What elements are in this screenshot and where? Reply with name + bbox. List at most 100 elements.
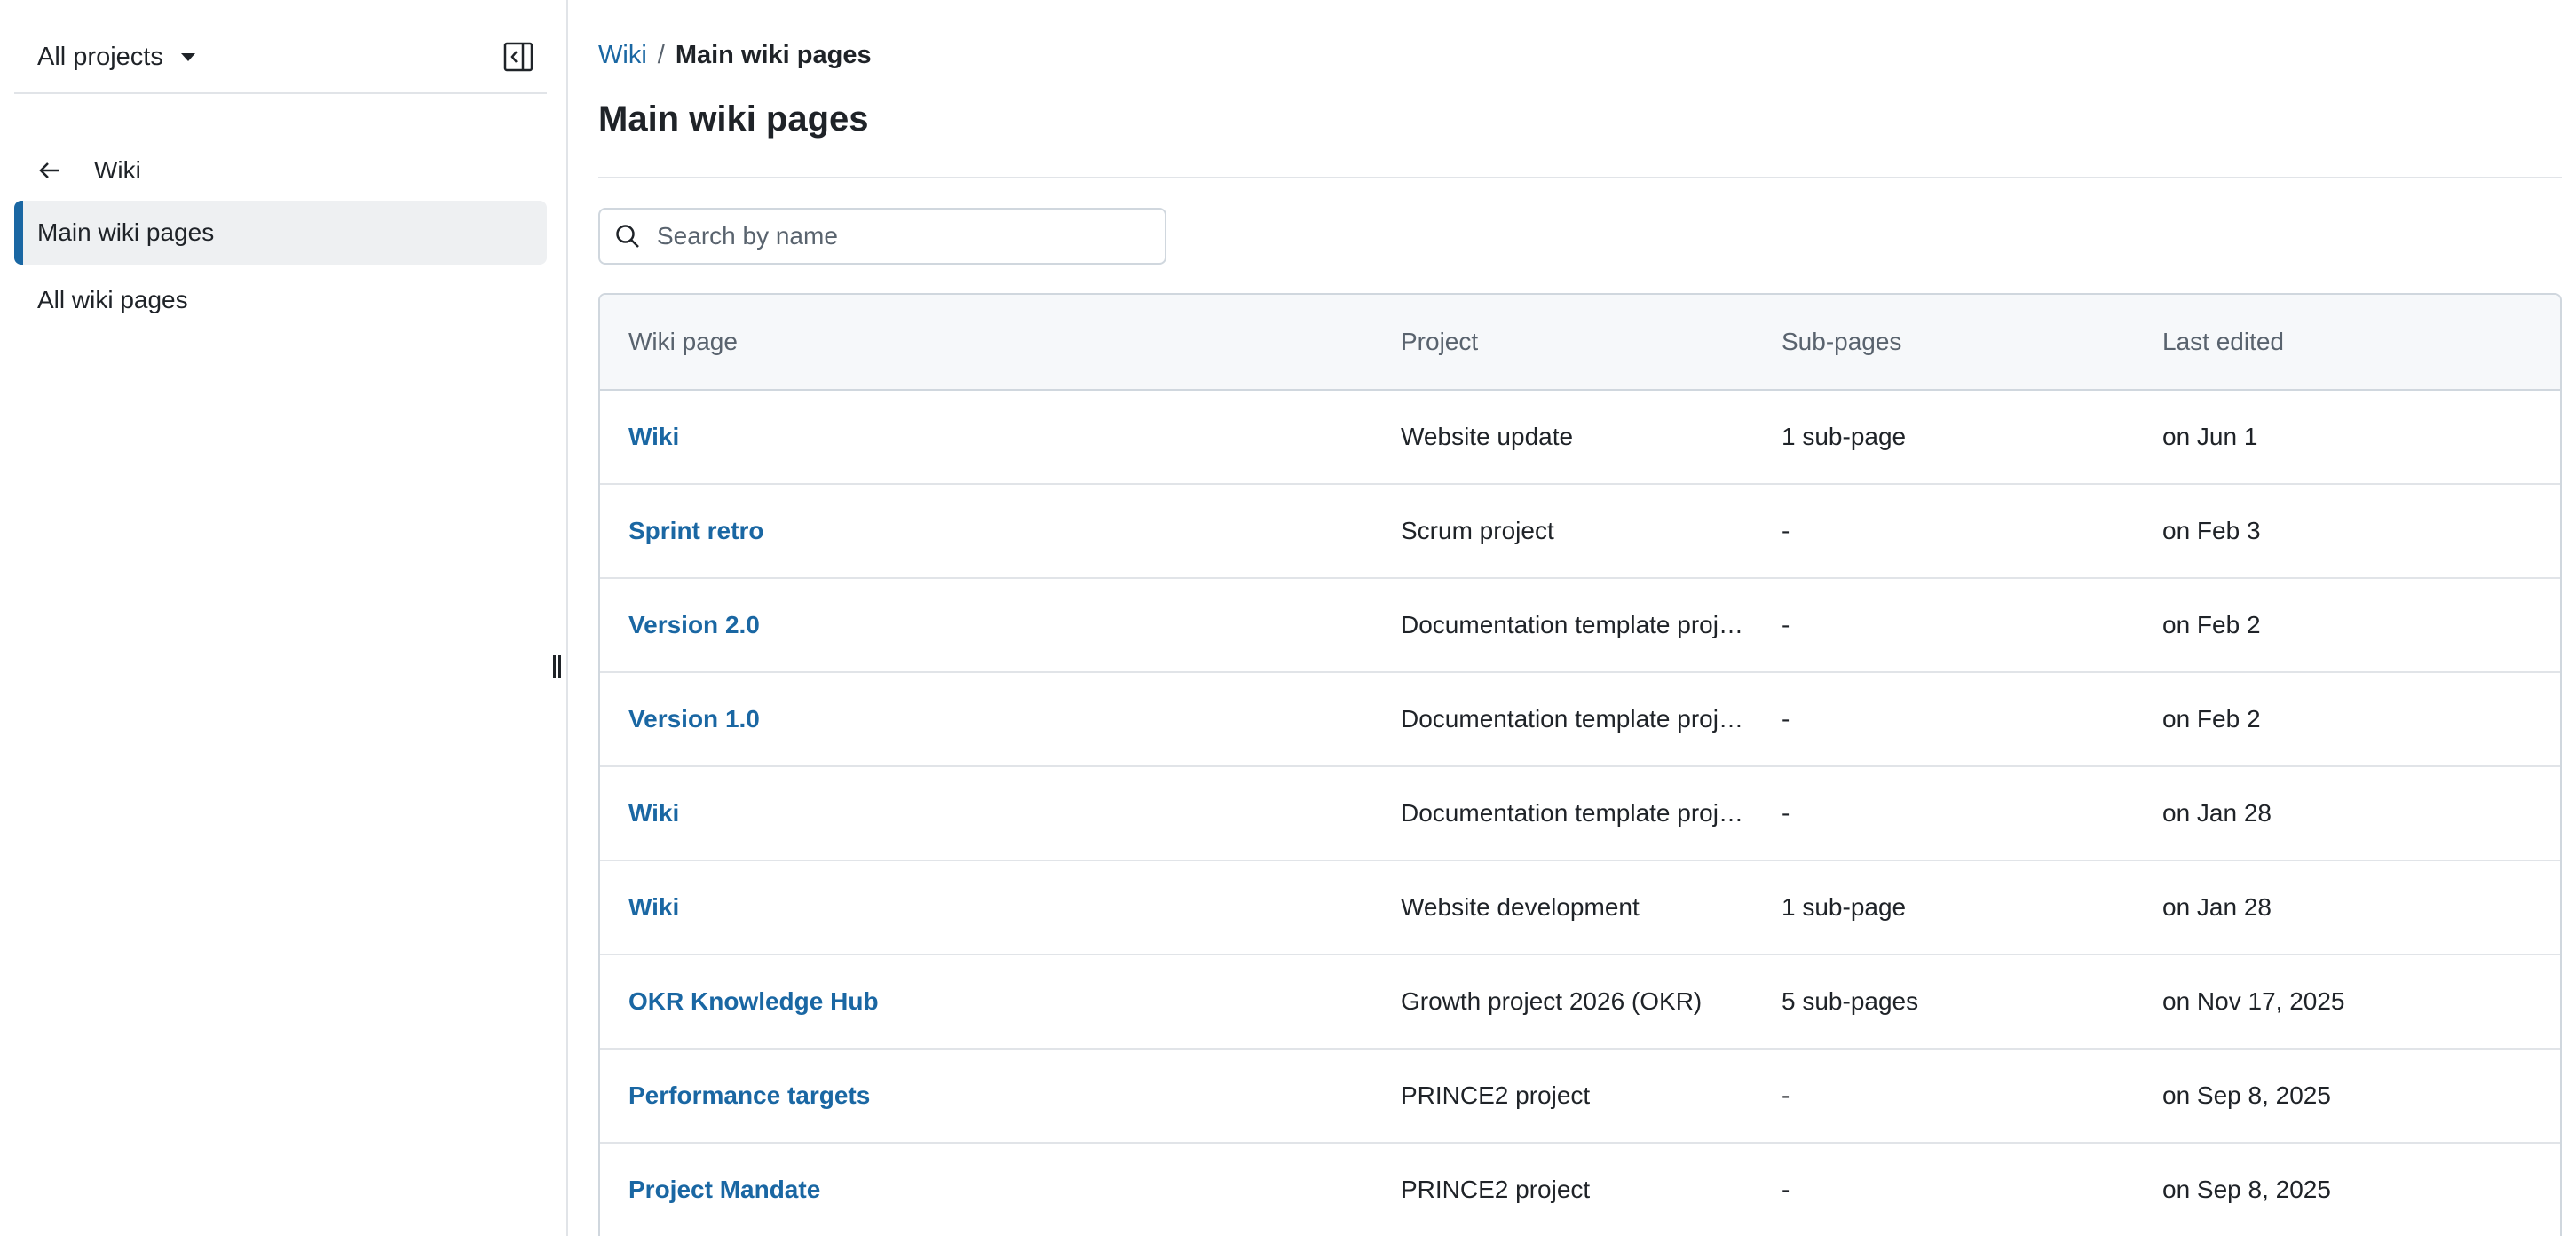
wiki-page-link-container: Performance targets: [600, 1082, 1372, 1110]
last-edited-cell: on Jan 28: [2162, 893, 2272, 921]
last-edited-cell: on Feb 2: [2162, 611, 2261, 638]
sidebar-collapse-icon: [503, 42, 533, 72]
wiki-page-link-container: Version 2.0: [600, 611, 1372, 639]
wiki-page-link-container: OKR Knowledge Hub: [600, 987, 1372, 1016]
wiki-page-link[interactable]: Version 2.0: [628, 611, 760, 638]
sub-pages-cell: 5 sub-pages: [1782, 987, 1919, 1015]
table-row: Wiki Website development 1 sub-page on Jan …: [600, 861, 2560, 955]
wiki-page-link[interactable]: OKR Knowledge Hub: [628, 987, 879, 1015]
last-edited-cell-container: on Feb 2: [2134, 611, 2560, 639]
sidebar-item-label: All wiki pages: [37, 286, 188, 313]
project-cell: Website update: [1401, 423, 1574, 450]
collapse-sidebar-button[interactable]: [501, 39, 536, 75]
project-cell: Website development: [1401, 893, 1640, 921]
wiki-page-link[interactable]: Version 1.0: [628, 705, 760, 733]
main-content: Wiki / Main wiki pages Main wiki pages W…: [598, 0, 2562, 1236]
last-edited-cell: on Jan 28: [2162, 799, 2272, 827]
sub-pages-cell-container: 1 sub-page: [1753, 423, 2134, 451]
wiki-page-link-container: Wiki: [600, 893, 1372, 922]
wiki-page-link[interactable]: Wiki: [628, 799, 679, 827]
wiki-page-link-container: Wiki: [600, 423, 1372, 451]
last-edited-cell-container: on Sep 8, 2025: [2134, 1082, 2560, 1110]
sidebar-header: All projects: [14, 20, 547, 94]
project-cell-container: Documentation template proj…: [1372, 705, 1753, 733]
breadcrumb-current: Main wiki pages: [675, 41, 872, 69]
sub-pages-cell-container: 1 sub-page: [1753, 893, 2134, 922]
table-row: Version 1.0 Documentation template proj… -…: [600, 673, 2560, 767]
last-edited-cell: on Jun 1: [2162, 423, 2258, 450]
caret-down-icon: [180, 52, 195, 61]
table-row: Project Mandate PRINCE2 project - on Sep 8,…: [600, 1144, 2560, 1236]
grip-line: [552, 655, 556, 678]
sidebar-item-label: Main wiki pages: [37, 218, 215, 246]
sidebar-resize-handle[interactable]: [550, 655, 563, 678]
breadcrumb-link-wiki[interactable]: Wiki: [598, 41, 647, 70]
last-edited-cell-container: on Jun 1: [2134, 423, 2560, 451]
wiki-page-link[interactable]: Wiki: [628, 423, 679, 450]
last-edited-cell-container: on Jan 28: [2134, 893, 2560, 922]
table-row: Version 2.0 Documentation template proj… -…: [600, 579, 2560, 673]
sub-pages-cell: -: [1782, 1082, 1790, 1109]
arrow-left-icon: [39, 162, 59, 178]
last-edited-cell-container: on Nov 17, 2025: [2134, 987, 2560, 1016]
project-cell: PRINCE2 project: [1401, 1176, 1591, 1203]
table-row: Wiki Website update 1 sub-page on Jun 1: [600, 391, 2560, 485]
sub-pages-cell: -: [1782, 705, 1790, 733]
wiki-page-link[interactable]: Performance targets: [628, 1082, 870, 1109]
project-cell-container: PRINCE2 project: [1372, 1176, 1753, 1204]
wiki-page-link[interactable]: Sprint retro: [628, 517, 763, 544]
project-selector-label: All projects: [37, 42, 163, 71]
last-edited-cell: on Nov 17, 2025: [2162, 987, 2345, 1015]
project-cell: Growth project 2026 (OKR): [1401, 987, 1703, 1015]
back-label: Wiki: [94, 156, 141, 184]
sub-pages-cell-container: -: [1753, 611, 2134, 639]
last-edited-cell: on Sep 8, 2025: [2162, 1176, 2331, 1203]
sidebar: All projects Wiki Main wiki pages All wi…: [0, 0, 568, 1236]
table-header: Wiki page Project Sub-pages Last edited: [600, 295, 2560, 391]
back-row: Wiki: [37, 151, 141, 190]
app-window: All projects Wiki Main wiki pages All wi…: [0, 0, 2576, 1236]
project-cell: Scrum project: [1401, 517, 1554, 544]
back-button[interactable]: [37, 158, 62, 183]
table-row: OKR Knowledge Hub Growth project 2026 (OK…: [600, 955, 2560, 1050]
column-header-project[interactable]: Project: [1372, 328, 1753, 356]
divider: [598, 177, 2562, 178]
last-edited-cell-container: on Feb 2: [2134, 705, 2560, 733]
column-header-wiki-page[interactable]: Wiki page: [600, 328, 1372, 356]
column-header-last-edited[interactable]: Last edited: [2134, 328, 2560, 356]
sub-pages-cell-container: 5 sub-pages: [1753, 987, 2134, 1016]
wiki-page-link[interactable]: Wiki: [628, 893, 679, 921]
last-edited-cell-container: on Sep 8, 2025: [2134, 1176, 2560, 1204]
search-input[interactable]: [657, 218, 1154, 254]
sub-pages-cell-container: -: [1753, 799, 2134, 828]
sub-pages-cell: -: [1782, 1176, 1790, 1203]
wiki-page-link-container: Project Mandate: [600, 1176, 1372, 1204]
table-row: Wiki Documentation template proj… - on Jan …: [600, 767, 2560, 861]
sub-pages-cell: -: [1782, 799, 1790, 827]
sub-pages-cell-container: -: [1753, 1082, 2134, 1110]
last-edited-cell-container: on Jan 28: [2134, 799, 2560, 828]
sub-pages-cell: 1 sub-page: [1782, 423, 1907, 450]
sub-pages-cell: -: [1782, 611, 1790, 638]
sub-pages-cell-container: -: [1753, 705, 2134, 733]
sub-pages-cell-container: -: [1753, 517, 2134, 545]
last-edited-cell: on Sep 8, 2025: [2162, 1082, 2331, 1109]
sidebar-item-all-wiki-pages[interactable]: All wiki pages: [14, 268, 547, 332]
table-row: Performance targets PRINCE2 project - on Se…: [600, 1050, 2560, 1144]
last-edited-cell: on Feb 2: [2162, 705, 2261, 733]
project-cell-container: Growth project 2026 (OKR): [1372, 987, 1753, 1016]
last-edited-cell: on Feb 3: [2162, 517, 2261, 544]
table-row: Sprint retro Scrum project - on Feb 3: [600, 485, 2560, 579]
last-edited-cell-container: on Feb 3: [2134, 517, 2560, 545]
column-header-sub-pages[interactable]: Sub-pages: [1753, 328, 2134, 356]
search-icon: [616, 225, 639, 248]
wiki-page-link[interactable]: Project Mandate: [628, 1176, 820, 1203]
sub-pages-cell: 1 sub-page: [1782, 893, 1907, 921]
wiki-page-link-container: Version 1.0: [600, 705, 1372, 733]
project-selector[interactable]: All projects: [37, 37, 195, 76]
sidebar-item-main-wiki-pages[interactable]: Main wiki pages: [14, 201, 547, 265]
project-cell-container: Website update: [1372, 423, 1753, 451]
project-cell: Documentation template proj…: [1401, 799, 1743, 827]
wiki-pages-table: Wiki page Project Sub-pages Last edited …: [598, 293, 2562, 1236]
wiki-page-link-container: Wiki: [600, 799, 1372, 828]
